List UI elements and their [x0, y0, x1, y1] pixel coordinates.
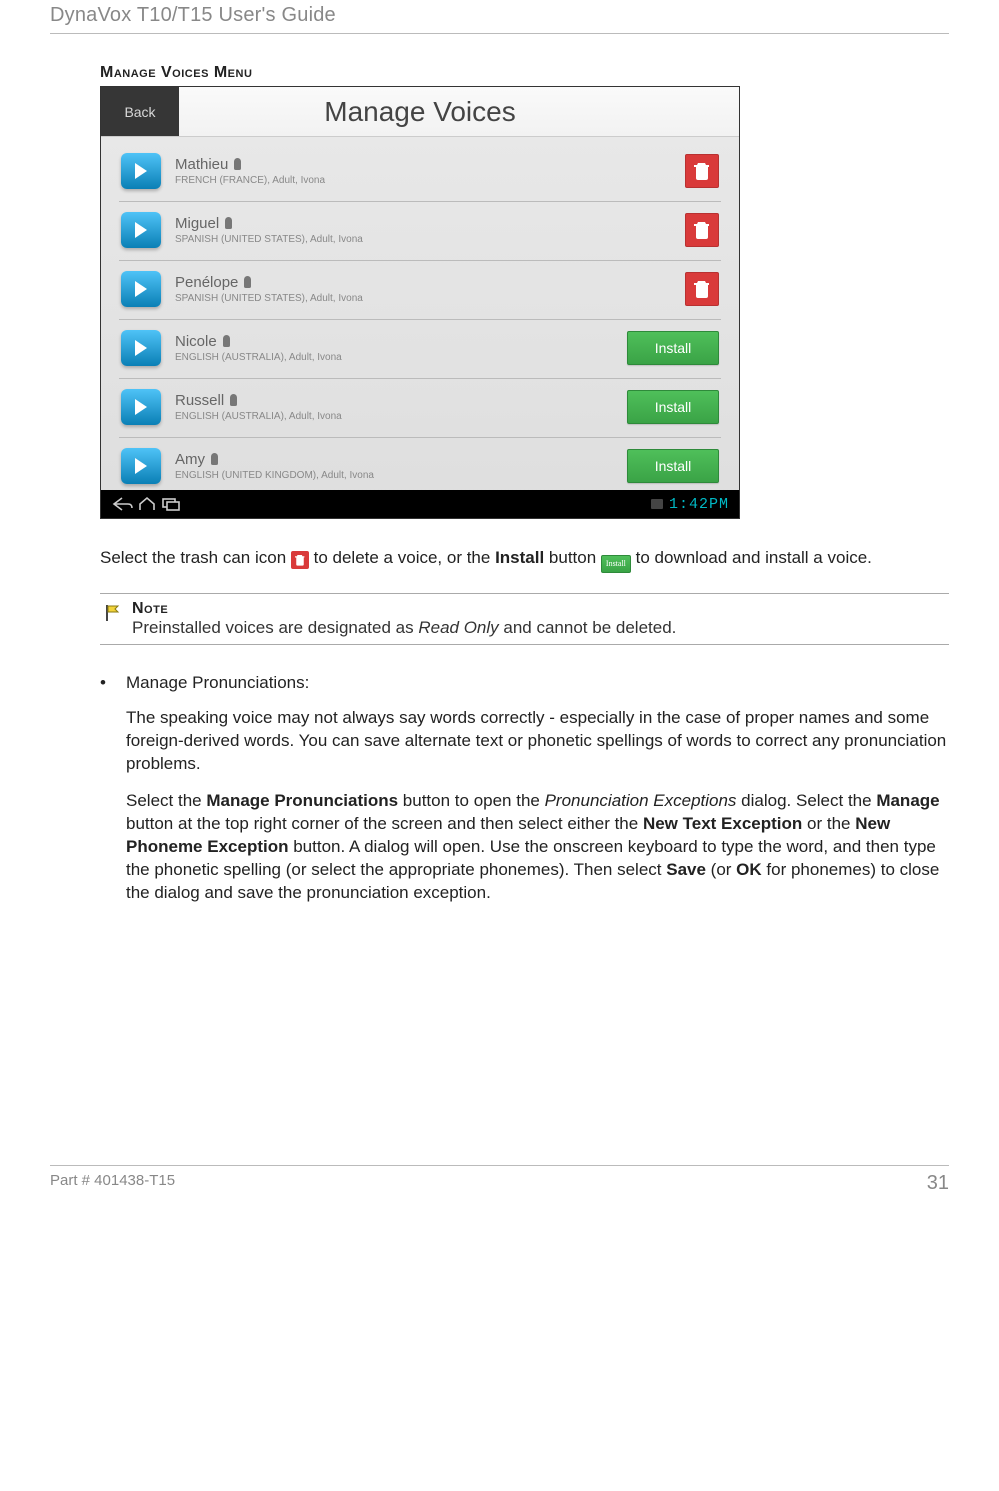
status-clock: 1:42PM: [651, 496, 729, 513]
doc-header: DynaVox T10/T15 User's Guide: [50, 0, 949, 34]
voice-meta: SPANISH (UNITED STATES), Adult, Ivona: [175, 234, 685, 245]
play-icon[interactable]: [121, 330, 161, 366]
install-button[interactable]: Install: [627, 390, 719, 424]
bullet-item: • Manage Pronunciations:: [100, 673, 949, 693]
body-paragraph: The speaking voice may not always say wo…: [126, 707, 949, 776]
voice-name: Penélope: [175, 274, 685, 291]
voice-meta: ENGLISH (AUSTRALIA), Adult, Ivona: [175, 411, 627, 422]
install-icon: Install: [601, 555, 631, 573]
voice-name: Amy: [175, 451, 627, 468]
part-number: Part # 401438-T15: [50, 1172, 175, 1195]
note-body: Preinstalled voices are designated as Re…: [132, 618, 676, 638]
play-icon[interactable]: [121, 448, 161, 484]
install-button[interactable]: Install: [627, 449, 719, 483]
voice-name: Nicole: [175, 333, 627, 350]
voice-row: Nicole ENGLISH (AUSTRALIA), Adult, Ivona…: [119, 320, 721, 379]
voice-name: Mathieu: [175, 156, 685, 173]
delete-button[interactable]: [685, 213, 719, 247]
body-paragraph: Select the Manage Pronunciations button …: [126, 790, 949, 905]
note-title: Note: [132, 600, 676, 618]
voice-row: Amy ENGLISH (UNITED KINGDOM), Adult, Ivo…: [119, 438, 721, 490]
play-icon[interactable]: [121, 212, 161, 248]
note-flag-icon: [100, 602, 122, 624]
voice-meta: FRENCH (FRANCE), Adult, Ivona: [175, 175, 685, 186]
page-footer: Part # 401438-T15 31: [50, 1165, 949, 1195]
manage-voices-screenshot: Back Manage Voices Mathieu FRENCH (FRANC…: [100, 86, 740, 519]
back-button[interactable]: Back: [101, 87, 179, 136]
figure-caption: Manage Voices Menu: [100, 64, 949, 82]
voice-list: Mathieu FRENCH (FRANCE), Adult, Ivona Mi…: [101, 137, 739, 490]
voice-row: Miguel SPANISH (UNITED STATES), Adult, I…: [119, 202, 721, 261]
instruction-paragraph: Select the trash can icon to delete a vo…: [100, 547, 949, 573]
play-icon[interactable]: [121, 389, 161, 425]
voice-name: Miguel: [175, 215, 685, 232]
note-block: Note Preinstalled voices are designated …: [100, 593, 949, 645]
bullet-marker: •: [100, 673, 126, 693]
screen-title: Manage Voices: [101, 96, 739, 128]
play-icon[interactable]: [121, 271, 161, 307]
voice-row: Mathieu FRENCH (FRANCE), Adult, Ivona: [119, 143, 721, 202]
screenshot-header: Back Manage Voices: [101, 87, 739, 137]
voice-meta: ENGLISH (UNITED KINGDOM), Adult, Ivona: [175, 470, 627, 481]
voice-row: Penélope SPANISH (UNITED STATES), Adult,…: [119, 261, 721, 320]
nav-back-icon[interactable]: [111, 496, 135, 512]
voice-name: Russell: [175, 392, 627, 409]
delete-button[interactable]: [685, 154, 719, 188]
voice-meta: SPANISH (UNITED STATES), Adult, Ivona: [175, 293, 685, 304]
signal-icon: [651, 499, 663, 509]
delete-button[interactable]: [685, 272, 719, 306]
android-navbar: 1:42PM: [101, 490, 739, 518]
page-number: 31: [927, 1172, 949, 1195]
nav-home-icon[interactable]: [135, 496, 159, 512]
play-icon[interactable]: [121, 153, 161, 189]
bullet-label: Manage Pronunciations:: [126, 673, 309, 693]
trash-icon: [291, 551, 309, 569]
nav-recent-icon[interactable]: [159, 496, 183, 512]
voice-meta: ENGLISH (AUSTRALIA), Adult, Ivona: [175, 352, 627, 363]
install-button[interactable]: Install: [627, 331, 719, 365]
voice-row: Russell ENGLISH (AUSTRALIA), Adult, Ivon…: [119, 379, 721, 438]
